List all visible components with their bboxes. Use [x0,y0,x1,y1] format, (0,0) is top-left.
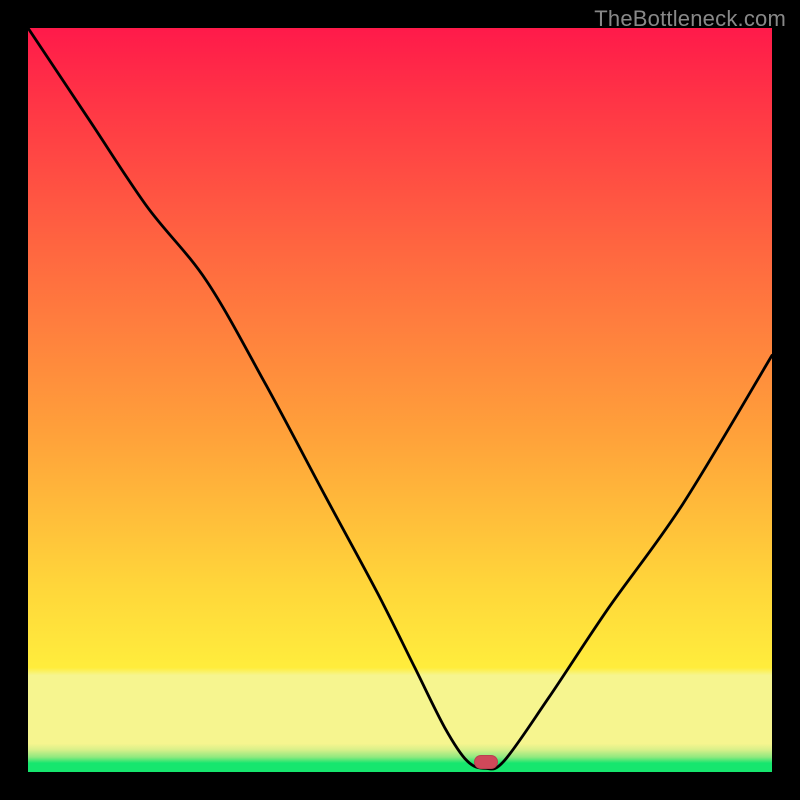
chart-frame: TheBottleneck.com [0,0,800,800]
optimum-marker [474,755,498,769]
bottleneck-curve [28,28,772,772]
plot-area [28,28,772,772]
curve-path [28,28,772,769]
